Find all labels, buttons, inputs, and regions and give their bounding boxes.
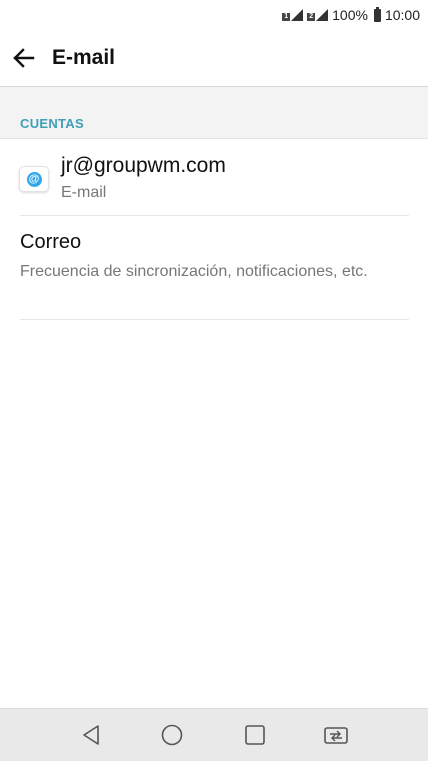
email-account-icon: @ — [19, 166, 49, 192]
navigation-bar — [0, 708, 428, 761]
sim2-signal-icon: 2 — [307, 9, 329, 21]
clock: 10:00 — [384, 7, 420, 23]
battery-icon — [373, 6, 381, 22]
back-arrow-icon — [13, 48, 35, 68]
account-list-item[interactable]: @ jr@groupwm.com E-mail — [0, 139, 428, 216]
accounts-section-header: CUENTAS — [0, 87, 428, 139]
home-circle-icon — [161, 724, 183, 746]
divider — [20, 319, 409, 320]
back-triangle-icon — [83, 725, 99, 745]
section-title: CUENTAS — [20, 116, 84, 131]
account-type: E-mail — [61, 184, 107, 201]
mail-settings-summary: Frecuencia de sincronización, notificaci… — [20, 263, 368, 280]
battery-percent: 100% — [332, 7, 368, 23]
dual-window-icon — [324, 727, 348, 744]
mail-settings-item[interactable]: Correo Frecuencia de sincronización, not… — [0, 217, 428, 319]
status-bar: 1 2 100% 10:00 — [0, 0, 428, 30]
app-bar: E-mail — [0, 30, 428, 87]
nav-back-button[interactable] — [76, 721, 106, 749]
nav-recents-button[interactable] — [240, 721, 270, 749]
mail-settings-title: Correo — [20, 231, 82, 253]
nav-home-button[interactable] — [157, 721, 187, 749]
divider — [20, 215, 409, 216]
recents-square-icon — [245, 725, 265, 745]
nav-dual-window-button[interactable] — [321, 721, 351, 749]
page-title: E-mail — [52, 46, 116, 69]
status-icons: 1 2 100% 10:00 — [282, 5, 420, 25]
back-button[interactable] — [10, 44, 38, 72]
sim1-signal-icon: 1 — [282, 9, 304, 21]
email-at-icon: @ — [26, 171, 42, 187]
account-email: jr@groupwm.com — [61, 154, 226, 177]
